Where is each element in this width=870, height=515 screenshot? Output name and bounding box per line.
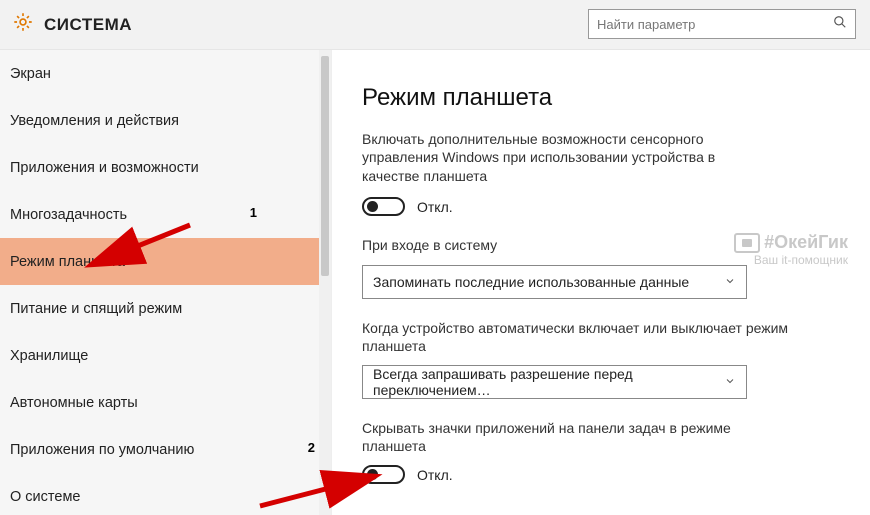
sidebar-item-offline-maps[interactable]: Автономные карты <box>0 379 331 426</box>
signin-label: При входе в систему <box>362 236 792 254</box>
setting-description: Включать дополнительные возможности сенс… <box>362 130 742 185</box>
content-title: Режим планшета <box>362 84 840 112</box>
toggle-knob <box>367 201 378 212</box>
sidebar-item-label: Многозадачность <box>10 207 127 223</box>
watermark-line2: Ваш it-помощник <box>734 253 848 267</box>
settings-header: СИСТЕМА <box>0 0 870 50</box>
search-icon[interactable] <box>825 15 855 34</box>
hideicons-label: Скрывать значки приложений на панели зад… <box>362 419 792 455</box>
scroll-thumb[interactable] <box>321 56 329 276</box>
sidebar-item-label: О системе <box>10 489 80 505</box>
chevron-down-icon <box>724 274 736 290</box>
toggle-state-label: Откл. <box>417 467 453 483</box>
sidebar-item-notifications[interactable]: Уведомления и действия <box>0 97 331 144</box>
sidebar-item-apps-features[interactable]: Приложения и возможности <box>0 144 331 191</box>
search-box[interactable] <box>588 9 856 39</box>
annotation-badge-2: 2 <box>308 440 315 455</box>
hide-icons-toggle[interactable] <box>362 465 405 484</box>
page-title: СИСТЕМА <box>44 15 132 35</box>
dropdown-value: Запоминать последние использованные данн… <box>373 274 689 290</box>
annotation-badge-1: 1 <box>250 205 257 220</box>
sidebar-item-tablet-mode[interactable]: Режим планшета <box>0 238 331 285</box>
toggle-state-label: Откл. <box>417 199 453 215</box>
signin-dropdown[interactable]: Запоминать последние использованные данн… <box>362 265 747 299</box>
sidebar-item-display[interactable]: Экран <box>0 50 331 97</box>
tablet-mode-toggle[interactable] <box>362 197 405 216</box>
sidebar-item-label: Приложения по умолчанию <box>10 442 194 458</box>
sidebar-item-label: Автономные карты <box>10 395 138 411</box>
search-input[interactable] <box>589 10 825 38</box>
sidebar-item-label: Экран <box>10 66 51 82</box>
toggle-knob <box>367 469 378 480</box>
autoswitch-label: Когда устройство автоматически включает … <box>362 319 792 355</box>
sidebar: Экран Уведомления и действия Приложения … <box>0 50 332 515</box>
sidebar-item-label: Уведомления и действия <box>10 113 179 129</box>
sidebar-item-power-sleep[interactable]: Питание и спящий режим <box>0 285 331 332</box>
gear-icon <box>12 11 34 38</box>
sidebar-item-multitasking[interactable]: Многозадачность 1 <box>0 191 331 238</box>
content-pane: Режим планшета Включать дополнительные в… <box>332 50 870 515</box>
chevron-down-icon <box>724 374 736 390</box>
sidebar-item-default-apps[interactable]: Приложения по умолчанию 2 <box>0 426 331 473</box>
sidebar-scrollbar[interactable] <box>319 50 331 515</box>
sidebar-item-label: Режим планшета <box>10 254 125 270</box>
sidebar-item-storage[interactable]: Хранилище <box>0 332 331 379</box>
dropdown-value: Всегда запрашивать разрешение перед пере… <box>373 366 724 398</box>
sidebar-item-label: Хранилище <box>10 348 88 364</box>
sidebar-item-label: Приложения и возможности <box>10 160 199 176</box>
autoswitch-dropdown[interactable]: Всегда запрашивать разрешение перед пере… <box>362 365 747 399</box>
sidebar-item-about[interactable]: О системе <box>0 473 331 515</box>
sidebar-item-label: Питание и спящий режим <box>10 301 182 317</box>
